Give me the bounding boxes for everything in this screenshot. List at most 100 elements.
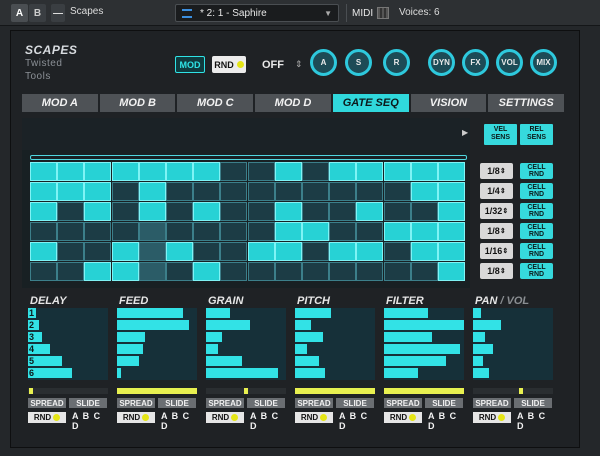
- seq-step-cell[interactable]: [247, 222, 275, 241]
- row-rate-select[interactable]: 1/8 ⇕: [480, 263, 513, 279]
- mod-bar[interactable]: [295, 320, 311, 330]
- slide-button[interactable]: SLIDE: [158, 398, 196, 408]
- mod-bar[interactable]: [295, 332, 323, 342]
- seq-step-cell[interactable]: [356, 202, 384, 221]
- mod-bar[interactable]: [206, 344, 218, 354]
- spread-button[interactable]: SPREAD: [295, 398, 333, 408]
- mod-bar-graph[interactable]: [117, 308, 197, 380]
- seq-step-cell[interactable]: [57, 242, 85, 261]
- seq-step-cell[interactable]: [111, 262, 139, 281]
- instance-a-button[interactable]: A: [11, 4, 28, 22]
- seq-step-cell[interactable]: [193, 262, 221, 281]
- seq-step-cell[interactable]: [329, 262, 357, 281]
- mod-toggle-button[interactable]: MOD: [175, 56, 205, 73]
- seq-step-cell[interactable]: [438, 202, 465, 221]
- mod-bar[interactable]: [117, 344, 143, 354]
- seq-step-cell[interactable]: [220, 202, 248, 221]
- seq-step-cell[interactable]: [166, 182, 193, 201]
- seq-step-cell[interactable]: [30, 162, 57, 181]
- instance-b-button[interactable]: B: [29, 4, 46, 22]
- seq-step-cell[interactable]: [220, 162, 248, 181]
- seq-step-cell[interactable]: [220, 262, 248, 281]
- mod-target-selector[interactable]: A B C D: [250, 411, 285, 431]
- seq-step-cell[interactable]: [410, 182, 438, 201]
- seq-step-cell[interactable]: [193, 162, 221, 181]
- spread-button[interactable]: SPREAD: [473, 398, 511, 408]
- seq-step-cell[interactable]: [356, 162, 384, 181]
- mod-target-selector[interactable]: A B C D: [517, 411, 552, 431]
- seq-step-cell[interactable]: [166, 162, 193, 181]
- seq-step-cell[interactable]: [438, 182, 465, 201]
- spread-button[interactable]: SPREAD: [206, 398, 244, 408]
- mod-bar[interactable]: [473, 368, 489, 378]
- seq-step-cell[interactable]: [138, 262, 166, 281]
- slide-button[interactable]: SLIDE: [69, 398, 107, 408]
- seq-step-cell[interactable]: [410, 262, 438, 281]
- seq-step-cell[interactable]: [438, 162, 465, 181]
- mod-bar-graph[interactable]: [206, 308, 286, 380]
- mod-bar[interactable]: [473, 344, 493, 354]
- mod-rnd-button[interactable]: RND: [473, 412, 511, 423]
- spread-button[interactable]: SPREAD: [117, 398, 155, 408]
- mod-rnd-button[interactable]: RND: [28, 412, 66, 423]
- seq-step-cell[interactable]: [329, 182, 357, 201]
- seq-step-cell[interactable]: [383, 182, 411, 201]
- seq-step-cell[interactable]: [302, 222, 329, 241]
- slide-button[interactable]: SLIDE: [425, 398, 463, 408]
- seq-step-cell[interactable]: [302, 202, 329, 221]
- seq-step-cell[interactable]: [302, 162, 329, 181]
- seq-step-cell[interactable]: [410, 202, 438, 221]
- expand-arrow-icon[interactable]: ▶: [462, 128, 468, 137]
- slide-button[interactable]: SLIDE: [247, 398, 285, 408]
- seq-step-cell[interactable]: [247, 242, 275, 261]
- mod-bar[interactable]: [384, 368, 418, 378]
- seq-step-cell[interactable]: [111, 162, 139, 181]
- mod-target-selector[interactable]: A B C D: [72, 411, 107, 431]
- mod-bar[interactable]: [206, 308, 230, 318]
- seq-step-cell[interactable]: [111, 182, 139, 201]
- mod-bar-graph[interactable]: [295, 308, 375, 380]
- mod-amount-slider[interactable]: [117, 388, 197, 394]
- seq-step-cell[interactable]: [247, 202, 275, 221]
- mod-bar[interactable]: [295, 308, 331, 318]
- cell-rnd-button[interactable]: CELL RND: [520, 223, 553, 239]
- tab-gate-seq[interactable]: GATE SEQ: [332, 94, 409, 112]
- mod-bar[interactable]: [206, 356, 242, 366]
- seq-step-cell[interactable]: [84, 202, 112, 221]
- minimize-button[interactable]: —: [51, 4, 65, 22]
- mix-knob[interactable]: MIX: [530, 49, 557, 76]
- seq-step-cell[interactable]: [84, 242, 112, 261]
- mod-bar[interactable]: [295, 356, 319, 366]
- seq-step-cell[interactable]: [329, 162, 357, 181]
- seq-step-cell[interactable]: [274, 242, 302, 261]
- mod-amount-slider[interactable]: [28, 388, 108, 394]
- seq-step-cell[interactable]: [57, 202, 85, 221]
- attack-knob[interactable]: A: [310, 49, 337, 76]
- seq-step-cell[interactable]: [302, 262, 329, 281]
- seq-step-cell[interactable]: [410, 242, 438, 261]
- seq-step-cell[interactable]: [383, 242, 411, 261]
- seq-step-cell[interactable]: [166, 242, 193, 261]
- mod-bar[interactable]: [117, 308, 183, 318]
- seq-step-cell[interactable]: [138, 222, 166, 241]
- seq-step-cell[interactable]: [410, 222, 438, 241]
- seq-step-cell[interactable]: [111, 222, 139, 241]
- slide-button[interactable]: SLIDE: [336, 398, 374, 408]
- seq-step-cell[interactable]: [57, 262, 85, 281]
- cell-rnd-button[interactable]: CELL RND: [520, 263, 553, 279]
- seq-step-cell[interactable]: [111, 202, 139, 221]
- tab-mod-d[interactable]: MOD D: [255, 94, 331, 112]
- seq-step-cell[interactable]: [438, 222, 465, 241]
- tab-mod-b[interactable]: MOD B: [99, 94, 176, 112]
- mod-bar[interactable]: [206, 368, 278, 378]
- vol-knob[interactable]: VOL: [496, 49, 523, 76]
- mod-bar[interactable]: [473, 332, 485, 342]
- seq-step-cell[interactable]: [274, 162, 302, 181]
- seq-step-cell[interactable]: [274, 262, 302, 281]
- mod-rnd-button[interactable]: RND: [384, 412, 422, 423]
- mod-amount-slider[interactable]: [295, 388, 375, 394]
- mod-bar[interactable]: [384, 320, 464, 330]
- cell-rnd-button[interactable]: CELL RND: [520, 163, 553, 179]
- cell-rnd-button[interactable]: CELL RND: [520, 183, 553, 199]
- mod-bar[interactable]: [206, 332, 222, 342]
